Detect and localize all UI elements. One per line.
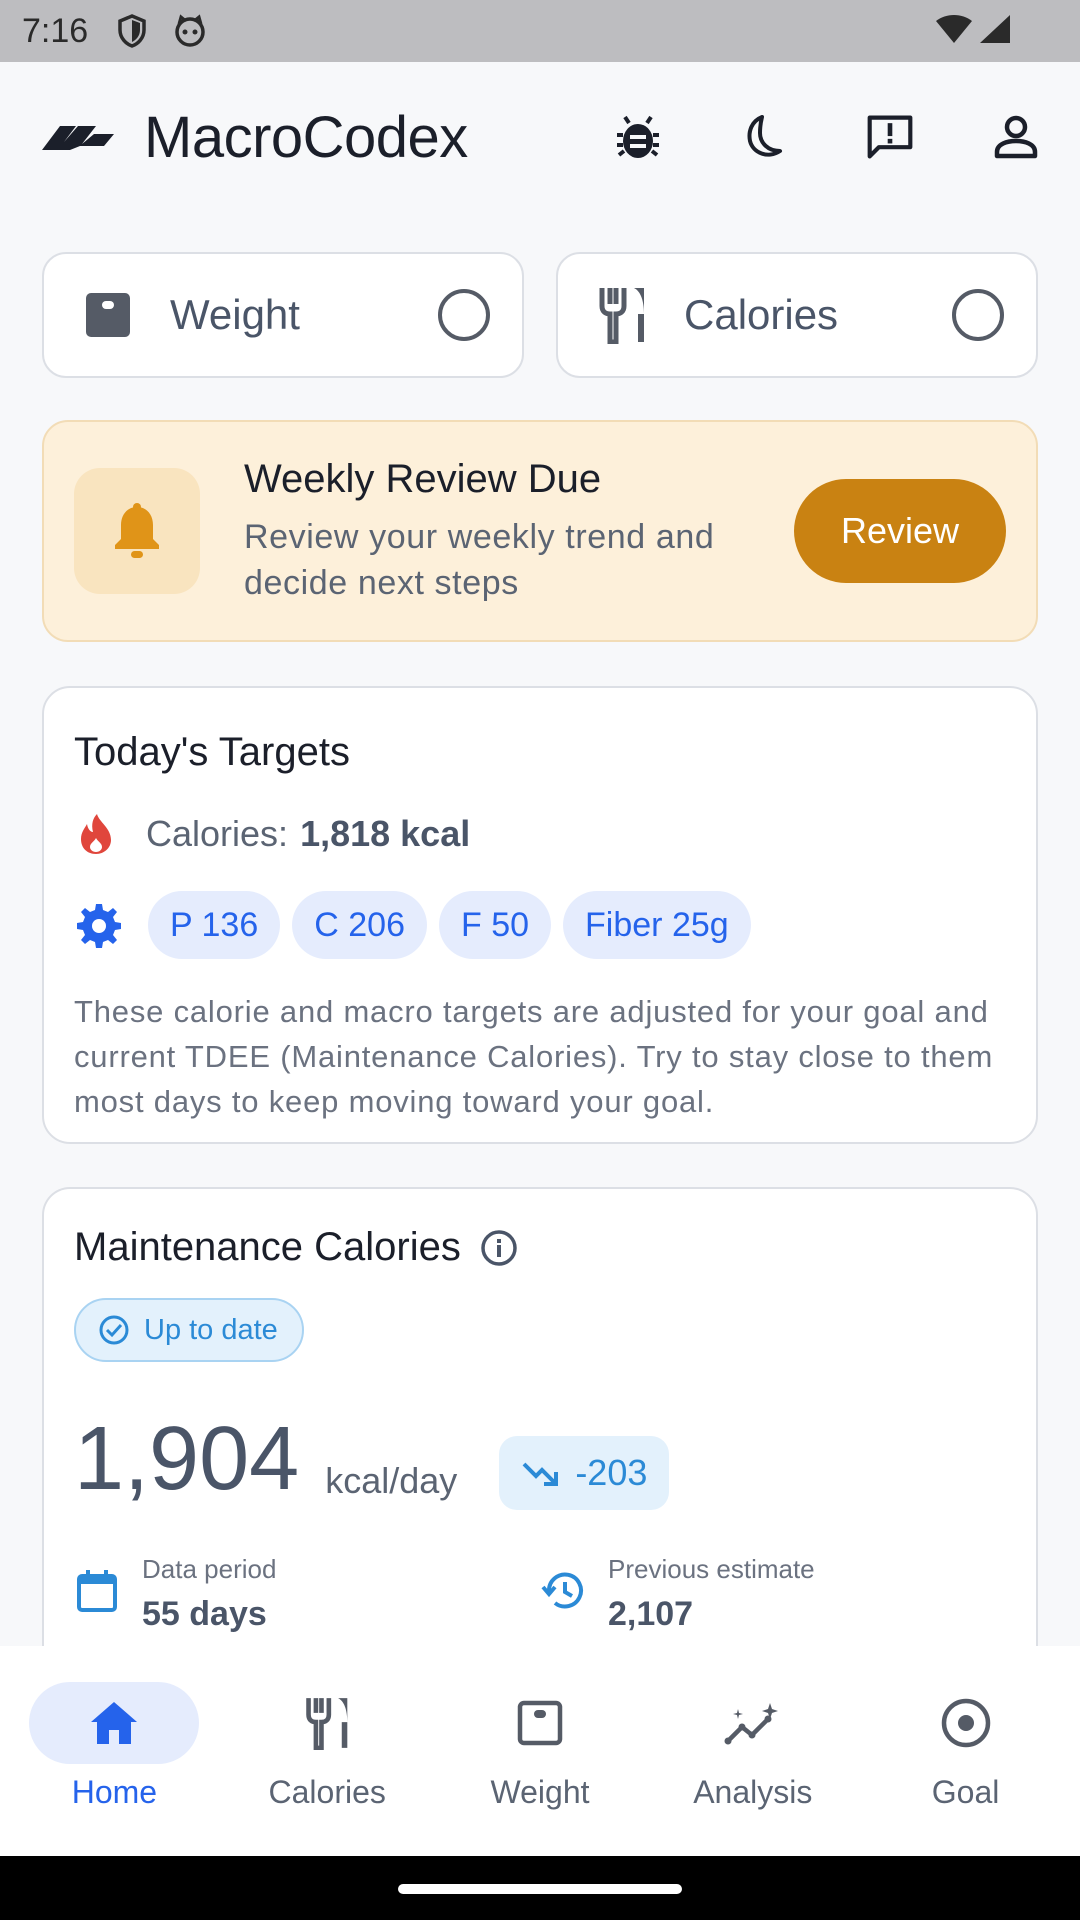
- cat-icon: [172, 13, 208, 49]
- previous-estimate-value: 2,107: [608, 1595, 694, 1633]
- nav-analysis[interactable]: Analysis: [646, 1646, 859, 1856]
- targets-description: These calorie and macro targets are adju…: [74, 994, 994, 1119]
- account-icon[interactable]: [992, 113, 1040, 161]
- nav-weight-label: Weight: [490, 1774, 590, 1810]
- review-button[interactable]: Review: [794, 479, 1006, 583]
- gesture-bar: [0, 1856, 1080, 1920]
- calendar-icon: [74, 1568, 120, 1614]
- info-icon[interactable]: [479, 1228, 519, 1268]
- previous-estimate-label: Previous estimate: [608, 1554, 815, 1584]
- signal-icon: [978, 13, 1012, 50]
- review-title: Weekly Review Due: [244, 456, 602, 501]
- log-weight-button[interactable]: Weight: [42, 252, 524, 378]
- log-weight-label: Weight: [170, 291, 300, 338]
- maintenance-value-row: 1,904 kcal/day -203: [74, 1409, 1006, 1510]
- scale-icon: [455, 1682, 625, 1764]
- sparkle-chart-icon: [668, 1682, 838, 1764]
- previous-estimate-stat: Previous estimate 2,107: [540, 1554, 1006, 1634]
- data-period-value: 55 days: [142, 1595, 267, 1633]
- history-icon: [540, 1568, 586, 1614]
- app-title: MacroCodex: [144, 104, 468, 170]
- data-period-label: Data period: [142, 1554, 277, 1584]
- delta-value: -203: [575, 1452, 648, 1493]
- scale-icon: [80, 287, 136, 343]
- shield-icon: [114, 13, 150, 49]
- bug-icon[interactable]: [614, 113, 662, 161]
- calorie-target-value: 1,818 kcal: [300, 813, 471, 854]
- maintenance-title: Maintenance Calories: [74, 1225, 461, 1269]
- maintenance-calories-card: Maintenance Calories Up to date 1,904 kc…: [42, 1187, 1038, 1687]
- calorie-target-label: Calories:: [146, 813, 289, 854]
- targets-title: Today's Targets: [74, 730, 350, 774]
- flame-icon: [74, 812, 118, 856]
- carbs-chip: C 206: [292, 891, 427, 959]
- nav-calories[interactable]: Calories: [221, 1646, 434, 1856]
- calories-logged-indicator: [952, 289, 1004, 341]
- maintenance-stats: Data period 55 days Previous estimate 2,…: [74, 1554, 1006, 1634]
- trending-down-icon: [521, 1453, 561, 1493]
- moon-icon[interactable]: [740, 113, 788, 161]
- status-label: Up to date: [144, 1313, 278, 1346]
- quick-log-row: Weight Calories: [42, 252, 1038, 378]
- nav-goal-label: Goal: [931, 1774, 1000, 1810]
- nav-calories-label: Calories: [268, 1774, 386, 1810]
- macro-chip-row: P 136 C 206 F 50 Fiber 25g: [74, 891, 1006, 959]
- bell-icon: [74, 468, 200, 594]
- data-period-stat: Data period 55 days: [74, 1554, 540, 1634]
- app-logo: [40, 120, 116, 154]
- weekly-review-banner: Weekly Review Due Review your weekly tre…: [42, 420, 1038, 642]
- maintenance-delta-badge: -203: [499, 1436, 670, 1510]
- review-description: Review your weekly trend and decide next…: [244, 517, 715, 602]
- nav-weight[interactable]: Weight: [434, 1646, 647, 1856]
- fork-knife-icon: [594, 287, 650, 344]
- status-bar: 7:16: [0, 0, 1080, 62]
- home-icon: [29, 1682, 200, 1764]
- maintenance-unit: kcal/day: [325, 1460, 458, 1501]
- fork-knife-icon: [242, 1682, 412, 1764]
- gear-icon[interactable]: [74, 900, 124, 950]
- bottom-navigation: Home Calories Weight Analysis Goal: [0, 1646, 1080, 1856]
- wifi-icon: [934, 13, 974, 50]
- home-indicator[interactable]: [398, 1884, 682, 1894]
- maintenance-value: 1,904: [74, 1409, 300, 1509]
- nav-home[interactable]: Home: [8, 1646, 221, 1856]
- status-badge: Up to date: [74, 1298, 304, 1362]
- status-time: 7:16: [22, 11, 89, 50]
- fiber-chip: Fiber 25g: [563, 891, 751, 959]
- check-circle-icon: [98, 1314, 130, 1346]
- log-calories-label: Calories: [684, 291, 839, 338]
- fat-chip: F 50: [438, 891, 552, 959]
- weight-logged-indicator: [438, 289, 490, 341]
- calorie-target-row: Calories: 1,818 kcal: [74, 809, 1006, 859]
- nav-goal[interactable]: Goal: [859, 1646, 1072, 1856]
- target-icon: [881, 1682, 1051, 1764]
- protein-chip: P 136: [148, 891, 281, 959]
- app-bar: MacroCodex: [0, 62, 1080, 212]
- feedback-icon[interactable]: [866, 113, 914, 161]
- todays-targets-card: Today's Targets Calories: 1,818 kcal P 1…: [42, 686, 1038, 1144]
- nav-analysis-label: Analysis: [693, 1774, 813, 1810]
- nav-home-label: Home: [71, 1774, 158, 1810]
- log-calories-button[interactable]: Calories: [556, 252, 1038, 378]
